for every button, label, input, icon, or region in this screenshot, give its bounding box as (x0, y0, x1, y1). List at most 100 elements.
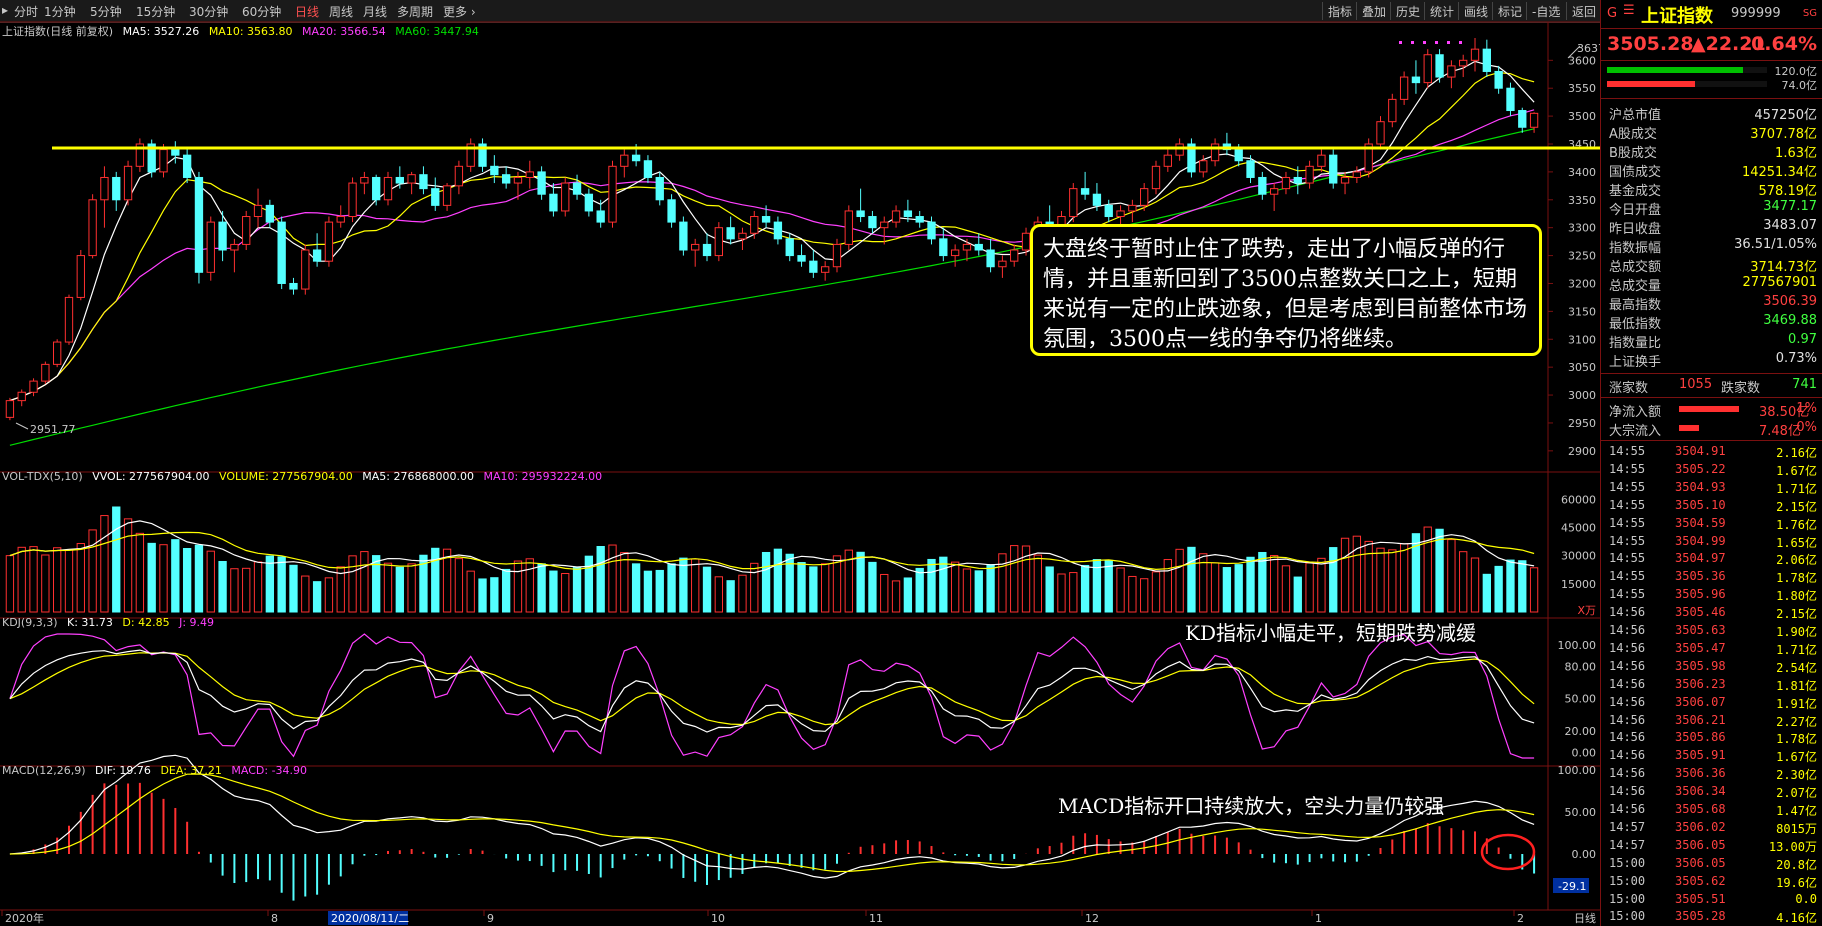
vol-axis-label: 15000 (1561, 578, 1596, 591)
candle-body (868, 216, 877, 229)
volume-bar (112, 506, 121, 613)
candle-body (903, 210, 913, 218)
volume-bar (561, 573, 570, 613)
candle-body (832, 243, 842, 268)
candle-body (41, 363, 50, 382)
tick-time: 15:00 (1609, 855, 1646, 870)
tick-time: 14:55 (1609, 569, 1646, 584)
tick-time: 14:55 (1609, 461, 1646, 476)
date-axis-label: 2 (1517, 912, 1524, 925)
volume-bar (572, 567, 582, 613)
volume-bar (631, 563, 641, 613)
volume-bar (395, 566, 404, 613)
candle-body (1246, 160, 1255, 178)
tick-amount: 1.91亿 (1776, 696, 1817, 711)
vol-ma5-value: MA5: 276868000.00 (362, 470, 474, 483)
candle-body (726, 227, 735, 240)
candle-body (1376, 121, 1385, 145)
tick-amount: 1.65亿 (1776, 535, 1817, 550)
volume-bar (773, 548, 783, 613)
flow-pct: 0% (1796, 420, 1817, 435)
candle-body (714, 227, 723, 257)
candle-body (242, 216, 251, 245)
kdj-panel[interactable] (9, 633, 1535, 759)
volume-value: VOLUME: 277567904.00 (219, 470, 353, 483)
stat-label: 基金成交 (1609, 184, 1662, 199)
signal-dot (1459, 41, 1462, 44)
kline-chart[interactable]: 3600355035003450340033503300325032003150… (0, 0, 1600, 926)
tick-price: 3506.21 (1675, 712, 1726, 727)
candle-body (667, 199, 676, 223)
candle-body (336, 216, 345, 223)
volume-bar (324, 577, 334, 613)
menu-icon[interactable]: ☰ (1623, 3, 1635, 18)
date-axis-label: 10 (711, 912, 725, 925)
tick-amount: 4.16亿 (1776, 911, 1817, 926)
advance-decline-row: 涨家数 1055 跌家数 741 (1601, 376, 1822, 396)
flow-label: 净流入额 (1609, 405, 1662, 420)
candle-body (194, 176, 204, 273)
stat-value: 3714.73亿 (1750, 260, 1817, 275)
tick-row: 14:55 3504.97 2.06亿 (1601, 550, 1822, 568)
volume-panel[interactable] (5, 506, 1539, 613)
tick-row: 14:55 3505.10 2.15亿 (1601, 497, 1822, 515)
volume-bar (1518, 560, 1527, 613)
candle-body (915, 216, 924, 223)
volume-bar (5, 555, 15, 613)
tick-time: 14:56 (1609, 658, 1646, 673)
volume-bar (135, 532, 145, 613)
divider (1601, 440, 1822, 441)
candle-body (844, 210, 853, 245)
macd-note: MACD指标开口持续放大，空头力量仍较强 (1058, 794, 1445, 818)
stat-value: 3707.78亿 (1750, 127, 1817, 142)
flow-value: 7.48亿 (1759, 424, 1801, 439)
tick-row: 14:56 3506.34 2.07亿 (1601, 783, 1822, 801)
stat-value: 3506.39 (1763, 294, 1817, 309)
tick-time: 14:56 (1609, 605, 1646, 620)
sell-strength-value: 74.0亿 (1781, 79, 1818, 92)
tick-time: 14:56 (1609, 730, 1646, 745)
flow-bar (1679, 406, 1739, 412)
tick-row: 14:55 3504.99 1.65亿 (1601, 533, 1822, 551)
stat-value: 0.97 (1788, 332, 1817, 347)
tick-time: 14:55 (1609, 444, 1646, 458)
tick-time: 14:57 (1609, 837, 1646, 852)
tick-amount: 0.0 (1795, 891, 1817, 906)
ma60-value: MA60: 3447.94 (395, 25, 479, 38)
macd-panel[interactable] (9, 754, 1536, 901)
volume-bar (1470, 557, 1480, 613)
tick-price: 3505.47 (1675, 640, 1726, 655)
stat-row: 最低指数 3469.88 (1601, 312, 1822, 332)
up-label: 涨家数 (1609, 381, 1649, 396)
volume-bar (714, 576, 723, 613)
stat-row: 基金成交 578.19亿 (1601, 179, 1822, 199)
flow-pct: 1% (1796, 401, 1817, 416)
tick-price: 3506.05 (1675, 837, 1726, 852)
sell-strength-track (1607, 81, 1767, 87)
candle-body (998, 260, 1007, 268)
tick-row: 14:57 3506.02 8015万 (1601, 819, 1822, 837)
tick-row: 14:56 3505.68 1.47亿 (1601, 801, 1822, 819)
low-price-label: 2951.77 (30, 423, 76, 436)
candle-body (950, 249, 960, 257)
tick-price: 3506.05 (1675, 855, 1726, 870)
candle-body (631, 154, 641, 162)
index-title: 上证指数 (1641, 6, 1713, 27)
volume-bar (1057, 573, 1066, 613)
tick-price: 3504.97 (1675, 551, 1726, 566)
stat-value: 3483.07 (1763, 218, 1817, 233)
low-pointer (15, 422, 29, 430)
volume-bar (348, 555, 357, 613)
macd-highlight-circle (1480, 833, 1536, 871)
vol-ma10-value: MA10: 295932224.00 (483, 470, 603, 483)
tick-row: 14:55 3504.93 1.71亿 (1601, 479, 1822, 497)
candle-body (395, 176, 404, 184)
candle-body (182, 154, 192, 178)
tick-price: 3505.46 (1675, 605, 1726, 620)
tick-row: 14:56 3506.07 1.91亿 (1601, 694, 1822, 712)
volume-bar (891, 580, 901, 613)
tick-price: 3505.98 (1675, 658, 1726, 673)
main-indicator-header: 上证指数(日线 前复权) MA5: 3527.26 MA10: 3563.80 … (2, 23, 485, 39)
volume-bar (1399, 543, 1409, 613)
candle-body (442, 185, 452, 206)
